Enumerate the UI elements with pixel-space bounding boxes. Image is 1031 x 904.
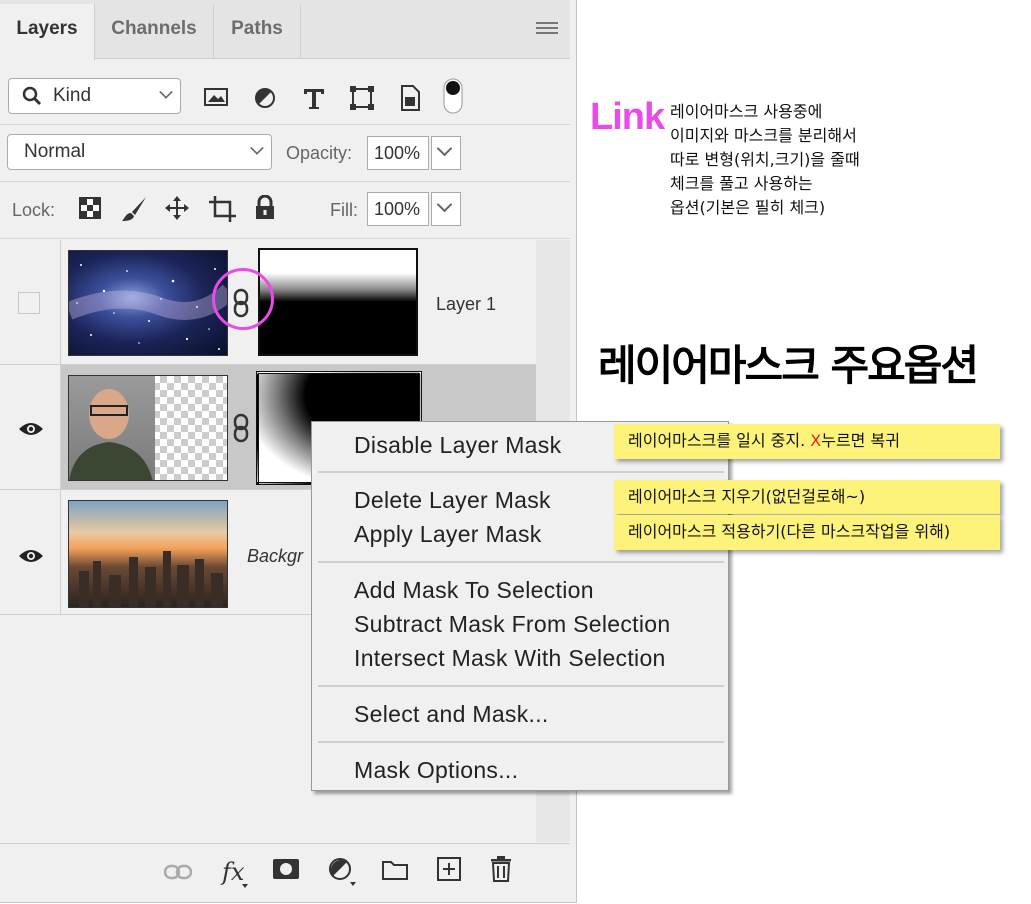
visibility-empty-box[interactable]: [18, 292, 40, 314]
new-layer-icon[interactable]: [437, 857, 461, 881]
layer-thumbnail-person[interactable]: [68, 375, 228, 481]
svg-text:fx: fx: [220, 858, 245, 886]
menu-item-select-and-mask[interactable]: Select and Mask...: [354, 701, 549, 728]
visibility-toggle[interactable]: [0, 490, 61, 614]
lock-all-icon[interactable]: [254, 195, 276, 221]
eye-icon: [18, 421, 44, 437]
link-layers-icon[interactable]: [164, 862, 192, 882]
chevron-down-icon: [159, 85, 173, 99]
fill-label: Fill:: [330, 200, 358, 220]
tab-layers[interactable]: Layers: [0, 4, 95, 60]
new-group-folder-icon[interactable]: [382, 858, 408, 880]
opacity-dropdown-button[interactable]: [431, 136, 461, 170]
menu-item-add-mask-to-selection[interactable]: Add Mask To Selection: [354, 577, 594, 604]
adjustment-layer-icon[interactable]: [328, 856, 358, 888]
shape-layer-filter-icon[interactable]: [349, 85, 375, 111]
link-chain-icon[interactable]: [231, 413, 251, 443]
menu-item-subtract-mask-from-selection[interactable]: Subtract Mask From Selection: [354, 611, 670, 638]
opacity-input[interactable]: 100%: [367, 136, 429, 170]
layer-thumbnail-galaxy[interactable]: [68, 250, 228, 356]
filter-kind-label: Kind: [53, 85, 92, 106]
adjustment-layer-filter-icon[interactable]: [253, 86, 277, 110]
filter-kind-dropdown[interactable]: Kind: [8, 78, 181, 114]
filter-toggle-switch[interactable]: [443, 78, 463, 114]
headline-title: 레이어마스크 주요옵션: [598, 341, 979, 390]
note-x-key: X: [810, 431, 822, 450]
eye-icon: [18, 548, 44, 564]
delete-trash-icon[interactable]: [490, 856, 512, 882]
fx-icon[interactable]: fx: [220, 854, 250, 890]
visibility-toggle[interactable]: [0, 240, 61, 364]
link-highlight-circle: [212, 268, 274, 330]
type-layer-filter-icon[interactable]: [302, 86, 326, 110]
layer-thumbnail-city[interactable]: [68, 500, 228, 608]
blend-mode-dropdown[interactable]: Normal: [7, 134, 272, 170]
menu-item-apply-layer-mask[interactable]: Apply Layer Mask: [354, 521, 542, 548]
layer-mask-context-menu: Disable Layer Mask Delete Layer Mask App…: [311, 421, 729, 791]
chevron-down-icon: [436, 196, 453, 213]
fill-input[interactable]: 100%: [367, 192, 429, 226]
annotation-line: 따로 변형(위치,크기)을 줄때: [670, 150, 860, 169]
pixel-layer-filter-icon[interactable]: [203, 86, 229, 108]
note-text: 레이어마스크를 일시 중지.: [628, 431, 811, 450]
chevron-down-icon: [436, 140, 453, 157]
link-annotation-title: Link: [590, 96, 665, 138]
menu-item-intersect-mask-with-selection[interactable]: Intersect Mask With Selection: [354, 645, 666, 672]
smart-object-filter-icon[interactable]: [398, 85, 422, 111]
tab-paths[interactable]: Paths: [214, 4, 301, 58]
panel-menu-icon[interactable]: [536, 22, 558, 38]
blend-mode-value: Normal: [24, 141, 86, 162]
menu-item-mask-options[interactable]: Mask Options...: [354, 757, 518, 784]
menu-separator: [318, 561, 724, 563]
search-icon: [21, 79, 43, 113]
lock-label: Lock:: [12, 200, 56, 220]
note-text: 누르면 복귀: [821, 431, 900, 450]
tab-channels[interactable]: Channels: [95, 4, 214, 58]
chevron-down-icon: [250, 141, 264, 155]
add-mask-icon[interactable]: [272, 858, 300, 880]
menu-separator: [318, 471, 724, 473]
annotation-line: 체크를 풀고 사용하는: [670, 174, 813, 193]
lock-transparent-pixels-icon[interactable]: [79, 197, 101, 219]
annotation-line: 레이어마스크 사용중에: [670, 102, 823, 121]
visibility-toggle[interactable]: [0, 365, 61, 489]
layers-bottom-toolbar: fx: [0, 843, 570, 902]
link-annotation-description: 레이어마스크 사용중에 이미지와 마스크를 분리해서 따로 변형(위치,크기)을…: [670, 100, 860, 220]
menu-item-disable-layer-mask[interactable]: Disable Layer Mask: [354, 432, 561, 459]
layer-name[interactable]: Layer 1: [436, 294, 496, 315]
note-disable-mask: 레이어마스크를 일시 중지. X누르면 복귀: [614, 424, 1000, 459]
note-delete-mask: 레이어마스크 지우기(없던걸로해~): [614, 480, 1000, 514]
lock-position-icon[interactable]: [164, 195, 190, 221]
note-apply-mask: 레이어마스크 적용하기(다른 마스크작업을 위해): [614, 515, 1000, 550]
menu-item-delete-layer-mask[interactable]: Delete Layer Mask: [354, 487, 551, 514]
menu-separator: [318, 741, 724, 743]
fill-dropdown-button[interactable]: [431, 192, 461, 226]
lock-image-pixels-icon[interactable]: [120, 195, 148, 223]
lock-artboard-icon[interactable]: [208, 195, 238, 223]
panel-tab-bar: Layers Channels Paths: [0, 0, 570, 60]
menu-separator: [318, 685, 724, 687]
annotation-line: 옵션(기본은 필히 체크): [670, 198, 826, 217]
opacity-label: Opacity:: [286, 143, 353, 163]
annotation-line: 이미지와 마스크를 분리해서: [670, 126, 857, 145]
layer-name[interactable]: Backgr: [247, 546, 303, 567]
layer-mask-thumbnail[interactable]: [258, 248, 418, 356]
